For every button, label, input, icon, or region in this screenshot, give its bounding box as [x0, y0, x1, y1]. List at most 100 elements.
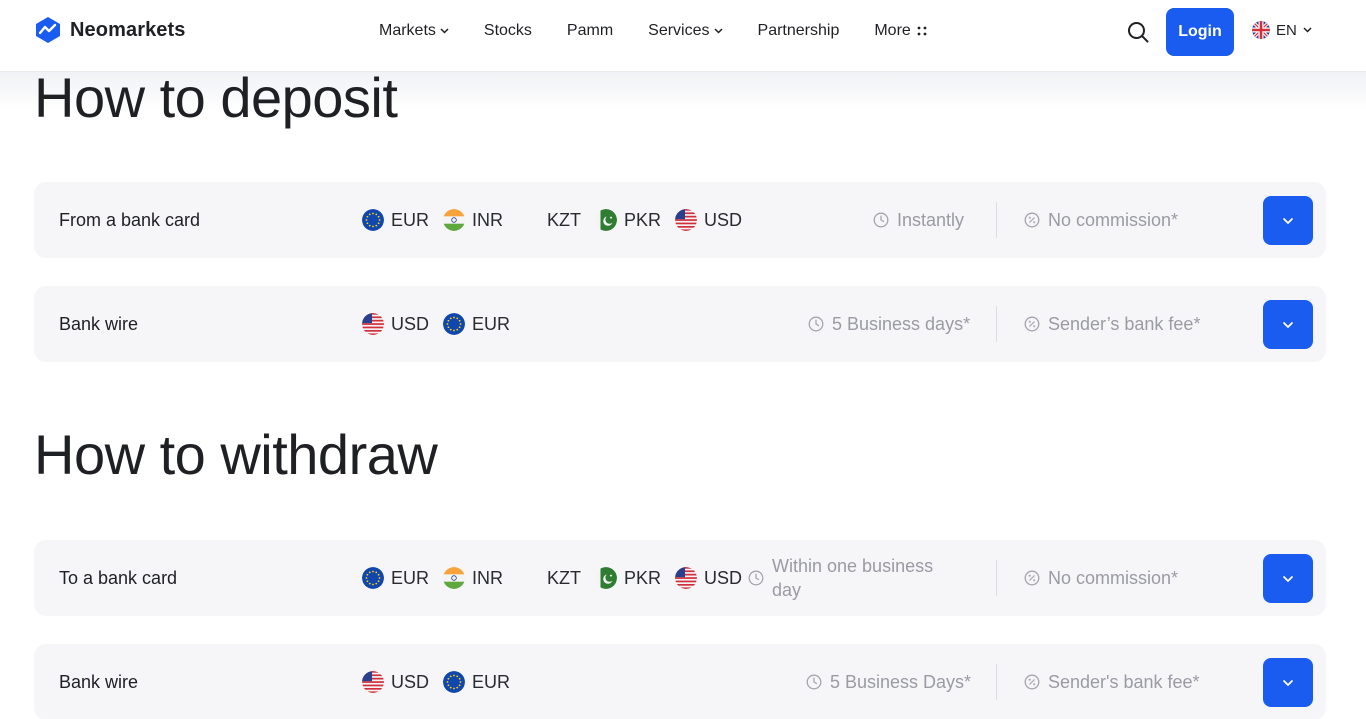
brand-name: Neomarkets	[70, 18, 186, 41]
us-flag-icon	[362, 313, 384, 335]
currency-code: KZT	[547, 209, 582, 230]
nav-item-label: Partnership	[757, 22, 840, 39]
language-label: EN	[1276, 21, 1297, 39]
percent-icon	[1024, 570, 1040, 586]
eu-flag-icon	[362, 567, 384, 589]
clock-icon	[748, 570, 764, 586]
clock-icon	[806, 674, 822, 690]
commission: No commission*	[1024, 182, 1178, 258]
currency-list: EUR INR KZT PKR USD	[362, 182, 756, 258]
currency-pkr: PKR	[595, 567, 661, 589]
chevron-down-icon	[1303, 27, 1312, 33]
chevron-down-icon	[1282, 321, 1294, 329]
currency-code: INR	[472, 209, 504, 230]
nav-item-label: Markets	[379, 22, 436, 39]
currency-usd: USD	[362, 671, 429, 693]
processing-time: 5 Business Days*	[806, 644, 971, 719]
us-flag-icon	[675, 567, 697, 589]
nav-item-markets[interactable]: Markets	[379, 21, 449, 41]
uk-flag-icon	[1252, 21, 1270, 39]
withdraw-row-bank-wire: Bank wire USD EUR 5 Business Days* Sende…	[34, 644, 1326, 719]
currency-pkr: PKR	[595, 209, 661, 231]
time-text: Within one business day	[772, 554, 933, 602]
nav-item-label: Stocks	[483, 22, 532, 39]
chevron-down-icon	[440, 28, 449, 34]
withdraw-row-bank-card: To a bank card EUR INR KZT PKR USD Withi…	[34, 540, 1326, 616]
currency-eur: EUR	[362, 567, 429, 589]
nav-item-label: Pamm	[566, 22, 614, 39]
currency-code: PKR	[624, 567, 662, 588]
fee-text: No commission*	[1048, 209, 1179, 230]
currency-inr: INR	[443, 567, 503, 589]
currency-eur: EUR	[443, 671, 510, 693]
currency-list: USD EUR	[362, 286, 524, 362]
time-text-line1: Within one business	[772, 556, 934, 576]
nav-item-services[interactable]: Services	[648, 21, 723, 41]
fee-text: Sender’s bank fee*	[1048, 313, 1201, 334]
india-flag-icon	[443, 209, 465, 231]
search-icon[interactable]	[1126, 20, 1150, 44]
currency-usd: USD	[675, 567, 742, 589]
currency-code: INR	[472, 567, 504, 588]
eu-flag-icon	[362, 209, 384, 231]
nav-item-pamm[interactable]: Pamm	[567, 21, 613, 41]
commission: Sender's bank fee*	[1024, 644, 1200, 719]
time-text-line2: day	[772, 580, 802, 600]
currency-list: USD EUR	[362, 644, 524, 719]
expand-button[interactable]	[1263, 554, 1313, 603]
divider	[996, 560, 997, 596]
chevron-down-icon	[1282, 575, 1294, 583]
brand-logo[interactable]: Neomarkets	[34, 16, 186, 44]
currency-usd: USD	[362, 313, 429, 335]
india-flag-icon	[443, 567, 465, 589]
expand-button[interactable]	[1263, 658, 1313, 707]
site-header: Neomarkets Markets Stocks Pamm Services …	[0, 0, 1366, 72]
nav-item-label: More	[874, 22, 911, 39]
language-selector[interactable]: EN	[1252, 21, 1312, 39]
currency-code: EUR	[391, 567, 430, 588]
nav-item-more[interactable]: More	[874, 21, 927, 41]
method-label: From a bank card	[59, 210, 201, 230]
fee-text: No commission*	[1048, 567, 1179, 588]
currency-eur: EUR	[362, 209, 429, 231]
commission: No commission*	[1024, 540, 1178, 616]
neomarkets-logo-icon	[36, 17, 60, 43]
percent-icon	[1024, 316, 1040, 332]
divider	[996, 306, 997, 342]
clock-icon	[808, 316, 824, 332]
eu-flag-icon	[443, 313, 465, 335]
currency-code: EUR	[472, 671, 511, 692]
expand-button[interactable]	[1263, 196, 1313, 245]
pakistan-flag-icon	[595, 567, 617, 589]
grid-dots-icon	[917, 26, 927, 36]
us-flag-icon	[675, 209, 697, 231]
chevron-down-icon	[1282, 217, 1294, 225]
pakistan-flag-icon	[595, 209, 617, 231]
currency-code: USD	[391, 313, 430, 334]
expand-button[interactable]	[1263, 300, 1313, 349]
currency-usd: USD	[675, 209, 742, 231]
processing-time: Within one business day	[748, 540, 933, 616]
method-label: Bank wire	[59, 672, 139, 692]
currency-kzt: KZT	[547, 210, 581, 231]
nav-item-stocks[interactable]: Stocks	[484, 21, 532, 41]
currency-code: USD	[704, 567, 743, 588]
nav-item-label: Services	[648, 22, 710, 39]
chevron-down-icon	[713, 28, 723, 34]
currency-code: USD	[704, 209, 743, 230]
currency-code: EUR	[391, 209, 430, 230]
currency-code: USD	[391, 671, 430, 692]
processing-time: 5 Business days*	[808, 286, 970, 362]
login-button[interactable]: Login	[1166, 8, 1234, 56]
processing-time: Instantly	[873, 182, 964, 258]
currency-inr: INR	[443, 209, 503, 231]
currency-code: EUR	[472, 313, 511, 334]
method-label: To a bank card	[59, 568, 178, 588]
eu-flag-icon	[443, 671, 465, 693]
deposit-row-bank-card: From a bank card EUR INR KZT PKR USD Ins…	[34, 182, 1326, 258]
clock-icon	[873, 212, 889, 228]
percent-icon	[1024, 674, 1040, 690]
deposit-title: How to deposit	[34, 66, 398, 129]
method-label: Bank wire	[59, 314, 139, 334]
nav-item-partnership[interactable]: Partnership	[758, 21, 840, 41]
